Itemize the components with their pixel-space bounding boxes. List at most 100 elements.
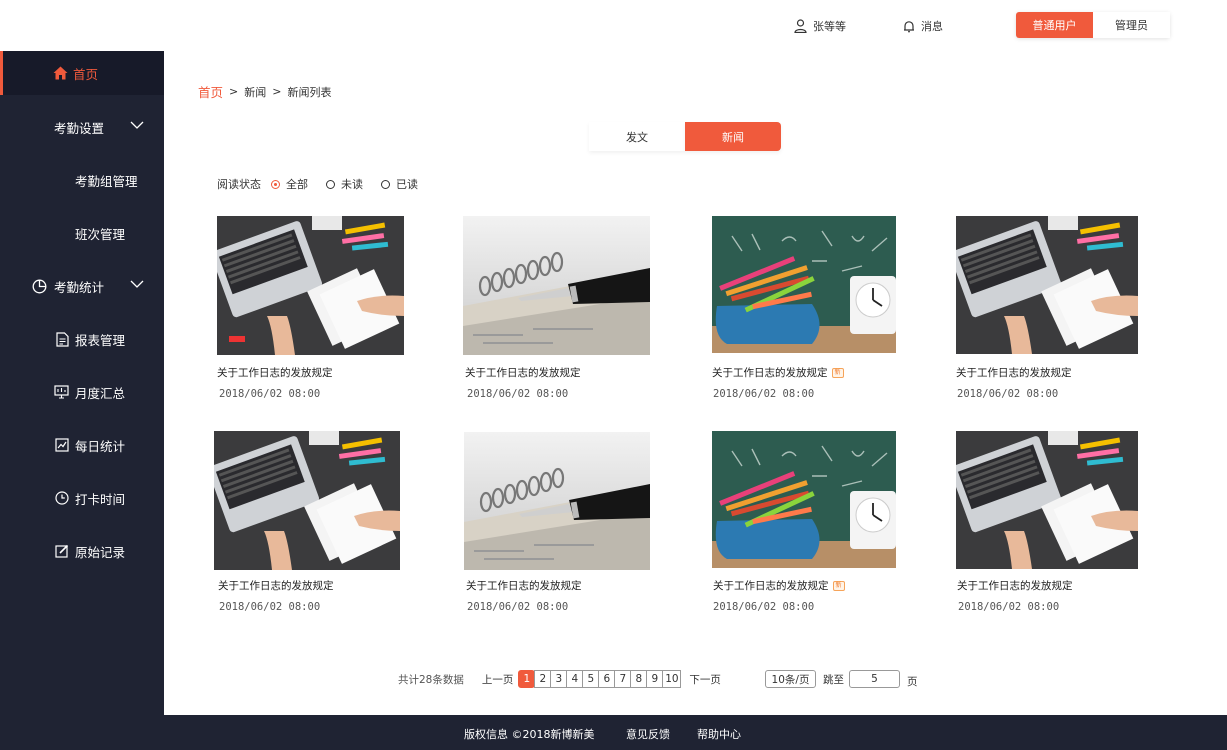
read-status-label: 阅读状态 — [217, 178, 261, 191]
news-title-text: 关于工作日志的发放规定 — [713, 580, 829, 592]
page-button[interactable]: 7 — [614, 670, 632, 688]
sidebar-item-attendance-settings[interactable]: 考勤设置 — [0, 105, 164, 149]
news-title[interactable]: 关于工作日志的发放规定 — [957, 578, 1073, 593]
pie-chart-icon — [31, 278, 47, 294]
news-title[interactable]: 关于工作日志的发放规定新 — [713, 578, 845, 593]
sidebar-item-label: 首页 — [73, 66, 99, 82]
radio-label: 全部 — [286, 178, 308, 191]
radio-dot — [381, 179, 390, 189]
sidebar-item-label: 月度汇总 — [75, 385, 126, 401]
sidebar: 首页 考勤设置 考勤组管理 班次管理 考勤统计 报表管理 月度汇总 每日统计 打… — [0, 51, 164, 750]
role-switch: 普通用户 管理员 — [1016, 12, 1170, 38]
news-title[interactable]: 关于工作日志的发放规定 — [466, 578, 582, 593]
page-button[interactable]: 1 — [518, 670, 536, 688]
breadcrumb-separator: > — [272, 85, 282, 98]
breadcrumb-home-link[interactable]: 首页 — [198, 82, 223, 101]
clock-icon — [54, 490, 70, 506]
page-button[interactable]: 2 — [534, 670, 552, 688]
sidebar-item-raw-records[interactable]: 原始记录 — [0, 529, 164, 573]
news-date: 2018/06/02 08:00 — [713, 601, 815, 613]
news-title[interactable]: 关于工作日志的发放规定 — [956, 365, 1072, 380]
radio-dot — [271, 179, 280, 189]
sidebar-item-label: 报表管理 — [75, 332, 126, 348]
jump-label: 跳至 — [823, 674, 844, 686]
messages-label: 消息 — [921, 20, 943, 33]
feedback-link[interactable]: 意见反馈 — [626, 726, 670, 742]
read-status-filter: 阅读状态 全部 未读 已读 — [217, 176, 436, 192]
page-button[interactable]: 9 — [646, 670, 664, 688]
sidebar-item-label: 每日统计 — [75, 438, 126, 454]
breadcrumb-separator: > — [229, 85, 239, 98]
sidebar-item-label: 考勤设置 — [54, 120, 105, 136]
home-icon — [52, 65, 68, 81]
sidebar-item-home[interactable]: 首页 — [0, 51, 164, 95]
page-button[interactable]: 6 — [598, 670, 616, 688]
breadcrumb-news-link[interactable]: 新闻 — [244, 84, 266, 100]
breadcrumb-current: 新闻列表 — [287, 85, 332, 99]
page-button[interactable]: 8 — [630, 670, 648, 688]
page-unit-label: 页 — [907, 676, 918, 688]
page-button[interactable]: 10 — [662, 670, 682, 688]
news-title[interactable]: 关于工作日志的发放规定新 — [712, 365, 844, 380]
role-admin-button[interactable]: 管理员 — [1093, 12, 1170, 38]
radio-label: 已读 — [396, 178, 418, 191]
tab-documents[interactable]: 发文 — [589, 122, 685, 151]
sidebar-item-label: 考勤统计 — [54, 279, 105, 295]
news-date: 2018/06/02 08:00 — [958, 601, 1060, 613]
news-title[interactable]: 关于工作日志的发放规定 — [465, 365, 581, 380]
breadcrumb: 首页 > 新闻 > 新闻列表 — [198, 82, 331, 101]
radio-read[interactable]: 已读 — [381, 176, 418, 192]
user-name: 张等等 — [813, 20, 846, 33]
news-title[interactable]: 关于工作日志的发放规定 — [218, 578, 334, 593]
prev-page-button[interactable]: 上一页 — [482, 672, 514, 687]
sidebar-item-label: 班次管理 — [75, 226, 126, 242]
page-button[interactable]: 3 — [550, 670, 568, 688]
messages-link[interactable]: 消息 — [903, 18, 943, 34]
help-center-link[interactable]: 帮助中心 — [697, 726, 741, 742]
sidebar-item-daily-stats[interactable]: 每日统计 — [0, 423, 164, 467]
page-button[interactable]: 4 — [566, 670, 584, 688]
page-size-select[interactable]: 10条/页 — [765, 670, 816, 688]
sidebar-item-attendance-stats[interactable]: 考勤统计 — [0, 264, 164, 308]
jump-page-input[interactable]: 5 — [849, 670, 900, 688]
news-date: 2018/06/02 08:00 — [219, 601, 321, 613]
sidebar-item-label: 考勤组管理 — [75, 173, 138, 189]
chevron-down-icon — [130, 121, 144, 129]
news-date: 2018/06/02 08:00 — [467, 388, 569, 400]
sidebar-item-report-management[interactable]: 报表管理 — [0, 317, 164, 361]
edit-icon — [54, 543, 70, 559]
tab-news[interactable]: 新闻 — [685, 122, 781, 151]
pencils-clock-photo — [712, 431, 896, 568]
pen-notebook-photo — [463, 216, 650, 355]
user-icon — [794, 19, 807, 33]
radio-unread[interactable]: 未读 — [326, 176, 363, 192]
news-date: 2018/06/02 08:00 — [957, 388, 1059, 400]
report-icon — [54, 331, 70, 347]
sidebar-item-label: 打卡时间 — [75, 491, 126, 507]
footer: 版权信息 ©2018新博新美 意见反馈 帮助中心 — [164, 715, 1227, 750]
role-normal-user-button[interactable]: 普通用户 — [1016, 12, 1093, 38]
laptop-desk-photo — [214, 431, 400, 570]
radio-dot — [326, 179, 335, 189]
sidebar-item-attendance-group[interactable]: 考勤组管理 — [0, 158, 164, 202]
page-button[interactable]: 5 — [582, 670, 600, 688]
sidebar-item-clock-in-time[interactable]: 打卡时间 — [0, 476, 164, 520]
next-page-button[interactable]: 下一页 — [689, 672, 721, 687]
line-chart-icon — [54, 437, 70, 453]
user-menu[interactable]: 张等等 — [794, 18, 846, 34]
radio-all[interactable]: 全部 — [271, 176, 308, 192]
sidebar-item-monthly-summary[interactable]: 月度汇总 — [0, 370, 164, 414]
laptop-desk-photo — [217, 216, 404, 355]
new-badge: 新 — [832, 580, 845, 591]
total-count: 共计28条数据 — [398, 673, 464, 686]
news-title-text: 关于工作日志的发放规定 — [712, 367, 828, 379]
sidebar-item-shift-management[interactable]: 班次管理 — [0, 211, 164, 255]
news-title[interactable]: 关于工作日志的发放规定 — [217, 365, 333, 380]
bell-icon — [904, 20, 914, 32]
laptop-desk-photo — [956, 216, 1138, 354]
pagination: 共计28条数据 上一页 1 2 3 4 5 6 7 8 9 10 下一页 — [398, 669, 727, 689]
pen-notebook-photo — [464, 432, 650, 570]
news-date: 2018/06/02 08:00 — [467, 601, 569, 613]
new-badge: 新 — [831, 367, 844, 378]
radio-label: 未读 — [341, 178, 363, 191]
